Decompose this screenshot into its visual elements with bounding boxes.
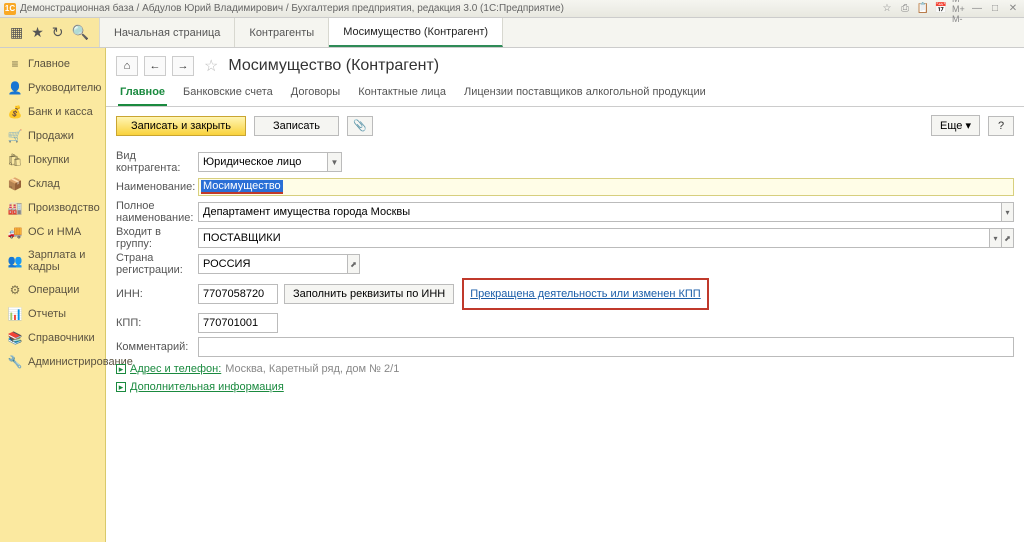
subtab-contracts[interactable]: Договоры [289, 82, 342, 106]
label-comment: Комментарий: [116, 341, 198, 353]
comment-input[interactable] [198, 337, 1014, 357]
more-button[interactable]: Еще ▾ [931, 115, 980, 136]
close-icon[interactable]: ✕ [1006, 2, 1020, 16]
sidebar-item-reports[interactable]: 📊Отчеты [0, 302, 105, 326]
warning-box: Прекращена деятельность или изменен КПП [462, 278, 708, 310]
name-input-wrap: Мосимущество [198, 178, 1014, 196]
tool-icon[interactable]: 📅 [934, 2, 948, 16]
sidebar-item-purchases[interactable]: 🛍Покупки [0, 148, 105, 172]
warning-link[interactable]: Прекращена деятельность или изменен КПП [470, 288, 700, 300]
chevron-down-icon[interactable]: ▾ [990, 228, 1002, 248]
gear-icon: ⚙ [8, 283, 22, 297]
menu-icon: ≡ [8, 57, 22, 71]
search-icon[interactable]: 🔍 [72, 24, 89, 41]
action-bar: Записать и закрыть Записать 📎 Еще ▾ ? [106, 107, 1024, 144]
toolbar-left-group: ▦ ★ ↻ 🔍 [0, 18, 100, 47]
history-icon[interactable]: ↻ [52, 24, 64, 41]
person-icon: 👤 [8, 81, 22, 95]
form: Вид контрагента: ▼ Наименование: Мосимущ… [106, 144, 1024, 400]
money-icon: 💰 [8, 105, 22, 119]
sidebar-item-salary[interactable]: 👥Зарплата и кадры [0, 244, 105, 278]
label-inn: ИНН: [116, 288, 198, 300]
sidebar-item-main[interactable]: ≡Главное [0, 52, 105, 76]
box-icon: 📦 [8, 177, 22, 191]
expand-icon[interactable]: ▸ [116, 382, 126, 392]
truck-icon: 🚚 [8, 225, 22, 239]
help-button[interactable]: ? [988, 116, 1014, 136]
favorite-icon[interactable]: ☆ [204, 56, 218, 76]
window-controls: ☆ ⎙ 📋 📅 M M+ M- — □ ✕ [880, 2, 1020, 16]
nav-sidebar: ≡Главное 👤Руководителю 💰Банк и касса 🛒Пр… [0, 48, 106, 542]
forward-button[interactable]: → [172, 56, 194, 76]
tool-icon[interactable]: M M+ M- [952, 2, 966, 16]
save-and-close-button[interactable]: Записать и закрыть [116, 116, 246, 136]
wrench-icon: 🔧 [8, 355, 22, 369]
kpp-input[interactable] [198, 313, 278, 333]
expand-icon[interactable]: ▾ [1002, 202, 1014, 222]
page-header: ⌂ ← → ☆ Мосимущество (Контрагент) [106, 48, 1024, 80]
sidebar-item-bank[interactable]: 💰Банк и касса [0, 100, 105, 124]
tool-icon[interactable]: 📋 [916, 2, 930, 16]
label-name: Наименование: [116, 181, 198, 193]
tab-counterparties[interactable]: Контрагенты [235, 18, 329, 47]
page-title: Мосимущество (Контрагент) [228, 57, 439, 75]
name-input-selected[interactable]: Мосимущество [201, 180, 283, 192]
subtab-bank-accounts[interactable]: Банковские счета [181, 82, 275, 106]
sidebar-item-assets[interactable]: 🚚ОС и НМА [0, 220, 105, 244]
sidebar-item-warehouse[interactable]: 📦Склад [0, 172, 105, 196]
main-toolbar: ▦ ★ ↻ 🔍 Начальная страница Контрагенты М… [0, 18, 1024, 48]
back-button[interactable]: ← [144, 56, 166, 76]
open-tabs: Начальная страница Контрагенты Мосимущес… [100, 18, 503, 47]
window-title: Демонстрационная база / Абдулов Юрий Вла… [20, 3, 564, 14]
inn-input[interactable] [198, 284, 278, 304]
address-value: Москва, Каретный ряд, дом № 2/1 [225, 363, 399, 375]
subtab-licenses[interactable]: Лицензии поставщиков алкогольной продукц… [462, 82, 708, 106]
book-icon: 📚 [8, 331, 22, 345]
sidebar-item-sales[interactable]: 🛒Продажи [0, 124, 105, 148]
window-titlebar: 1С Демонстрационная база / Абдулов Юрий … [0, 0, 1024, 18]
subtab-contacts[interactable]: Контактные лица [356, 82, 448, 106]
maximize-icon[interactable]: □ [988, 2, 1002, 16]
tab-current[interactable]: Мосимущество (Контрагент) [329, 18, 503, 47]
open-link-icon[interactable]: ⬈ [1002, 228, 1014, 248]
group-input[interactable] [198, 228, 990, 248]
sidebar-item-admin[interactable]: 🔧Администрирование [0, 350, 105, 374]
country-input[interactable] [198, 254, 348, 274]
open-link-icon[interactable]: ⬈ [348, 254, 360, 274]
label-country: Страна регистрации: [116, 252, 198, 276]
subtab-main[interactable]: Главное [118, 82, 167, 106]
expand-address-label[interactable]: Адрес и телефон: [130, 363, 221, 375]
star-icon[interactable]: ★ [31, 24, 44, 41]
attach-button[interactable]: 📎 [347, 116, 373, 136]
tab-start-page[interactable]: Начальная страница [100, 18, 235, 47]
label-type: Вид контрагента: [116, 150, 198, 174]
label-fullname: Полное наименование: [116, 200, 198, 224]
save-button[interactable]: Записать [254, 116, 339, 136]
minimize-icon[interactable]: — [970, 2, 984, 16]
type-select[interactable] [198, 152, 328, 172]
sidebar-item-production[interactable]: 🏭Производство [0, 196, 105, 220]
tool-icon[interactable]: ⎙ [898, 2, 912, 16]
cart-icon: 🛒 [8, 129, 22, 143]
tool-icon[interactable]: ☆ [880, 2, 894, 16]
fullname-input[interactable] [198, 202, 1002, 222]
home-button[interactable]: ⌂ [116, 56, 138, 76]
label-group: Входит в группу: [116, 226, 198, 250]
app-icon: 1С [4, 3, 16, 15]
factory-icon: 🏭 [8, 201, 22, 215]
bag-icon: 🛍 [8, 153, 22, 167]
apps-icon[interactable]: ▦ [10, 24, 23, 41]
people-icon: 👥 [8, 254, 22, 268]
expand-info-label[interactable]: Дополнительная информация [130, 381, 284, 393]
label-kpp: КПП: [116, 317, 198, 329]
chart-icon: 📊 [8, 307, 22, 321]
subtabs: Главное Банковские счета Договоры Контак… [106, 80, 1024, 107]
fill-by-inn-button[interactable]: Заполнить реквизиты по ИНН [284, 284, 454, 304]
chevron-down-icon[interactable]: ▼ [328, 152, 342, 172]
sidebar-item-manager[interactable]: 👤Руководителю [0, 76, 105, 100]
sidebar-item-catalogs[interactable]: 📚Справочники [0, 326, 105, 350]
expand-icon[interactable]: ▸ [116, 364, 126, 374]
sidebar-item-operations[interactable]: ⚙Операции [0, 278, 105, 302]
